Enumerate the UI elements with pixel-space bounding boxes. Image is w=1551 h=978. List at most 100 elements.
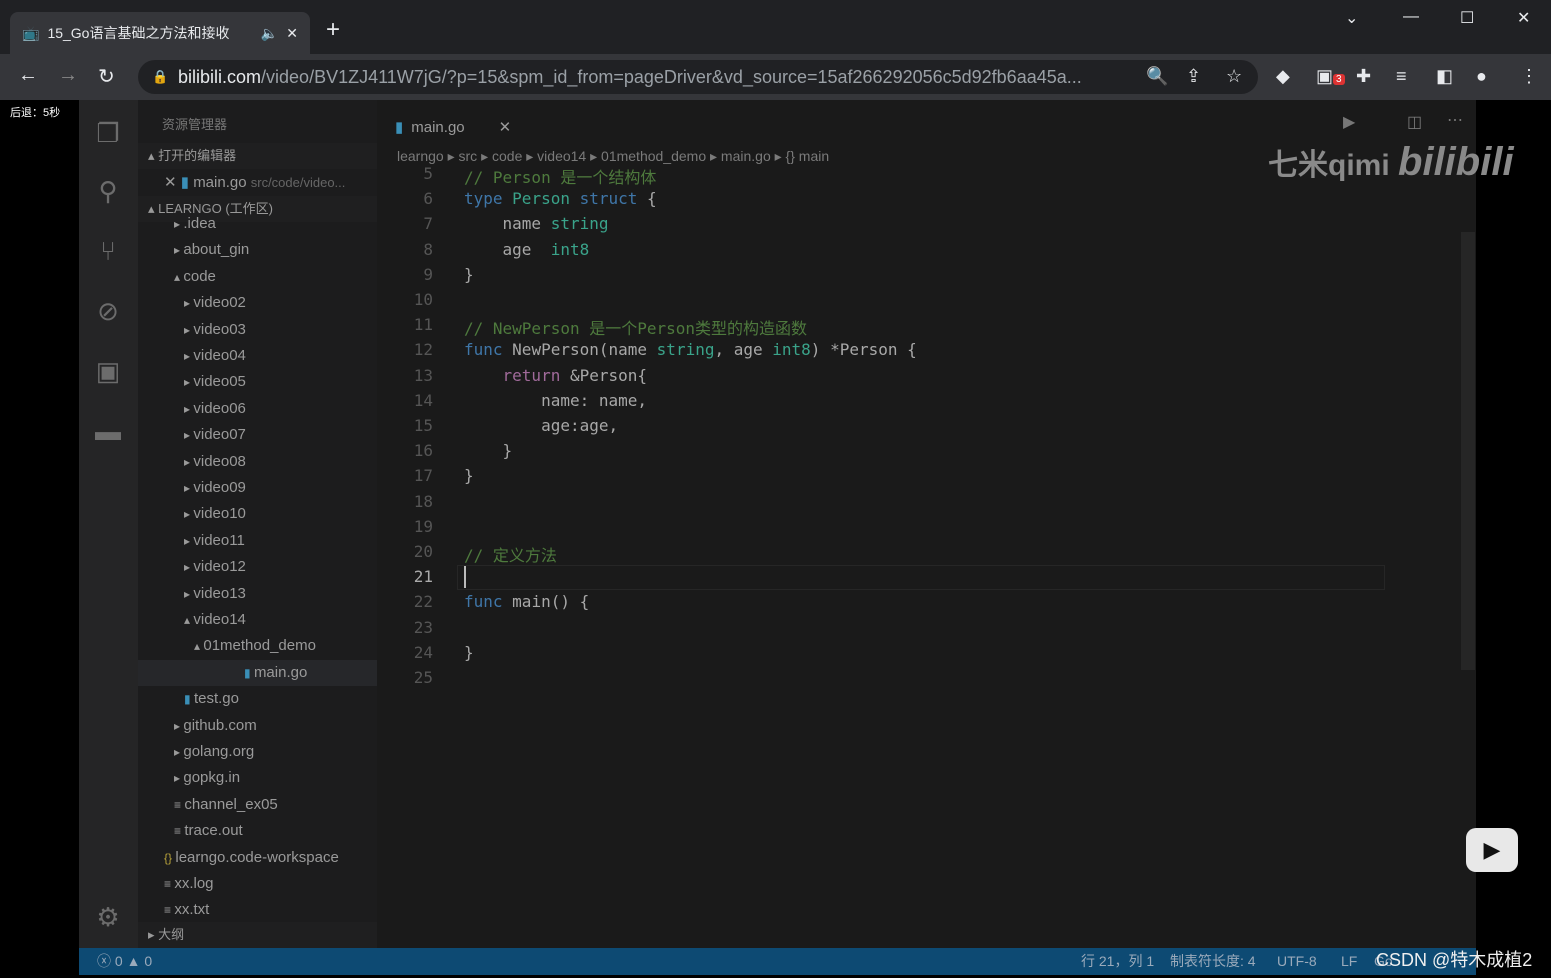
folder-icon: ▸ [184,296,194,311]
code-line[interactable]: } [464,643,474,662]
debug-icon[interactable]: ⊘ [93,296,123,326]
extensions-icon[interactable]: ▣ [93,356,123,386]
tree-item[interactable]: ▸ video11 [184,528,245,554]
extension-icon[interactable]: ▣ 3 [1316,66,1345,87]
breadcrumb-item[interactable]: video14 [537,148,586,164]
tree-item[interactable]: ▴ 01method_demo [194,633,316,659]
breadcrumb-item[interactable]: main.go [721,148,771,164]
code-line[interactable]: // NewPerson 是一个Person类型的构造函数 [464,315,807,339]
cursor-position[interactable]: 行 21，列 1 [1081,948,1154,975]
code-line[interactable]: } [464,466,474,485]
tree-item[interactable]: ▸ video03 [184,317,246,343]
tree-item[interactable]: ▴ video14 [184,607,246,633]
gear-icon[interactable]: ⚙ [93,902,123,932]
explorer-icon[interactable]: ❐ [93,118,123,148]
bookmark-star-icon[interactable]: ☆ [1226,66,1242,87]
tree-item-label: video13 [193,584,246,602]
maximize-button[interactable]: ☐ [1460,8,1474,28]
tree-item[interactable]: {} learngo.code-workspace [164,845,339,871]
code-line[interactable]: } [464,441,513,460]
folder-open-icon: ▴ [184,613,194,627]
code-line[interactable]: name: name, [464,391,647,410]
breadcrumb-item[interactable]: 01method_demo [601,148,706,164]
speaker-icon[interactable]: 🔈 [261,25,278,42]
more-actions-icon[interactable]: ⋯ [1447,110,1463,130]
code-line[interactable]: type Person struct { [464,189,657,208]
code-line[interactable]: } [464,265,474,284]
folder-icon[interactable]: ▬ [93,416,123,446]
eol[interactable]: LF [1341,948,1357,975]
code-line[interactable]: func NewPerson(name string, age int8) *P… [464,340,917,359]
tree-item[interactable]: ▮ main.go [138,659,377,686]
play-button[interactable]: ▶ [1466,828,1518,872]
reload-button[interactable]: ↻ [98,64,115,89]
search-icon[interactable]: ⚲ [93,176,123,206]
code-line[interactable]: age int8 [464,240,590,259]
tree-item[interactable]: ≡ trace.out [174,818,243,844]
tab-size[interactable]: 制表符长度: 4 [1170,948,1256,975]
tree-item[interactable]: ≡ channel_ex05 [174,792,278,818]
run-icon[interactable]: ▶ [1343,112,1355,132]
minimize-button[interactable]: — [1403,8,1419,26]
share-icon[interactable]: ⇪ [1186,66,1201,87]
tree-item[interactable]: ≡ xx.log [164,871,214,897]
breadcrumb-item[interactable]: code [492,148,522,164]
menu-icon[interactable]: ⋮ [1520,66,1538,87]
tab-search-icon[interactable]: ⌄ [1345,8,1358,28]
puzzle-extensions-icon[interactable]: ✚ [1356,66,1371,87]
media-icon[interactable]: ≡ [1396,66,1407,87]
tree-item[interactable]: ▸ video02 [184,290,246,316]
problems-indicator[interactable]: ⓧ 0 ▲ 0 [97,948,152,975]
tree-item[interactable]: ≡ xx.txt [164,897,209,923]
code-line[interactable]: // 定义方法 [464,542,557,566]
tree-item[interactable]: ▸ video05 [184,369,246,395]
code-line[interactable]: return &Person{ [464,366,648,385]
tree-item[interactable]: ▸ gopkg.in [174,765,240,791]
back-button[interactable]: ← [18,64,38,87]
editor-tab-main-go[interactable]: ▮ main.go ✕ [377,108,517,146]
browser-tab[interactable]: 📺 15_Go语言基础之方法和接收 🔈 ✕ [10,12,310,54]
tree-item[interactable]: ▸ .idea [174,211,216,237]
close-tab-icon[interactable]: ✕ [499,118,512,136]
close-window-button[interactable]: ✕ [1517,8,1530,28]
tree-item[interactable]: ▸ golang.org [174,739,254,765]
open-editor-item[interactable]: ✕ ▮ main.go src/code/video... [164,170,345,196]
encoding[interactable]: UTF-8 [1277,948,1317,975]
code-token: Person [512,189,580,209]
code-token: { [637,189,657,209]
tree-item[interactable]: ▸ github.com [174,713,257,739]
code-line[interactable]: func main() { [464,592,589,611]
tree-item[interactable]: ▸ video07 [184,422,246,448]
code-line[interactable]: name string [464,214,609,233]
url-input[interactable]: 🔒 bilibili.com/video/BV1ZJ411W7jG/?p=15&… [138,60,1258,94]
tree-item[interactable]: ▸ video08 [184,449,246,475]
side-panel-icon[interactable]: ◧ [1436,66,1453,87]
source-control-icon[interactable]: ⑂ [93,236,123,266]
tree-item[interactable]: ▸ video04 [184,343,246,369]
editor[interactable]: ▮ main.go ✕ ▶ ◫ ⋯ learngo ▸ src ▸ code ▸ v… [377,100,1476,948]
tree-item[interactable]: ▴ code [174,264,216,290]
outline-section[interactable]: ▸ 大纲 [138,922,377,948]
tree-item[interactable]: ▸ video09 [184,475,246,501]
tree-item[interactable]: ▸ video06 [184,396,246,422]
tree-item[interactable]: ▸ about_gin [174,237,249,263]
line-number: 22 [413,592,433,612]
close-tab-icon[interactable]: ✕ [286,25,298,42]
tree-item[interactable]: ▸ video12 [184,554,246,580]
extension-diamond-icon[interactable]: ◆ [1276,66,1290,87]
breadcrumb-item[interactable]: learngo [397,148,444,164]
tree-item[interactable]: ▸ video10 [184,501,246,527]
editor-scrollbar[interactable] [1461,232,1475,670]
code-line[interactable]: age:age, [464,416,618,435]
tree-item[interactable]: ▸ video13 [184,581,246,607]
breadcrumb-item[interactable]: {} main [786,148,830,164]
split-editor-icon[interactable]: ◫ [1407,112,1422,132]
breadcrumb-item[interactable]: src [459,148,478,164]
profile-icon[interactable]: ● [1476,66,1487,87]
zoom-icon[interactable]: 🔍 [1146,66,1168,87]
new-tab-button[interactable]: + [326,16,340,44]
forward-button[interactable]: → [58,64,78,87]
open-editors-section[interactable]: ▴ 打开的编辑器 [138,143,377,169]
code-line[interactable]: // Person 是一个结构体 [464,164,656,188]
tree-item[interactable]: ▮ test.go [184,686,239,712]
